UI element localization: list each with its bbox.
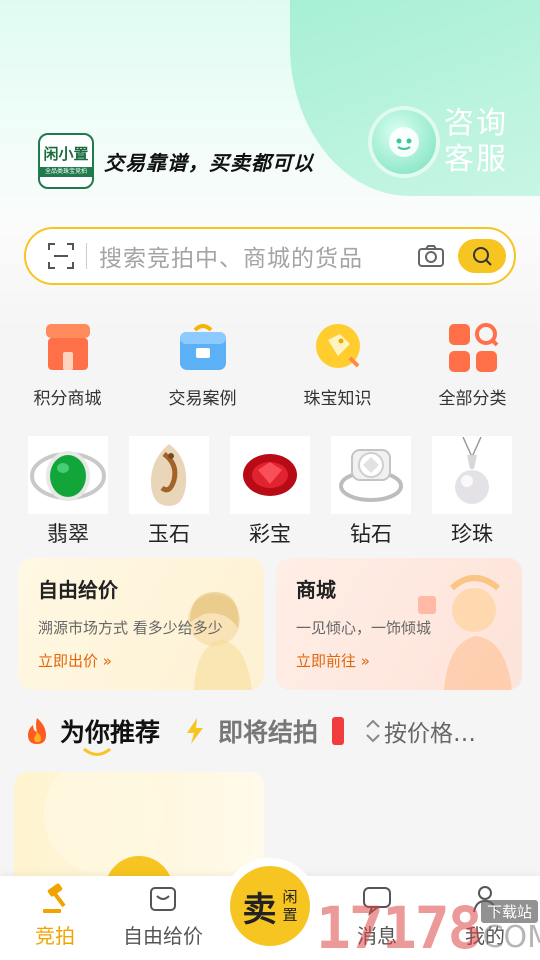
jade-stone-image — [129, 436, 209, 514]
category-pearl[interactable]: 珍珠 — [432, 436, 512, 548]
watermark-tag: 下载站 — [480, 900, 538, 923]
watermark-number: 17178 — [316, 894, 483, 960]
mall-subtitle: 一见倾心，一饰倾城 — [296, 619, 432, 637]
partial-tab-marker — [332, 717, 345, 745]
site-watermark: 17178 COM 下载站 — [316, 896, 540, 960]
pearl-pendant-image — [432, 436, 512, 514]
knowledge-tag-icon — [315, 324, 360, 368]
search-bar[interactable]: 搜索竞拍中、商城的货品 — [24, 227, 516, 285]
diamond-ring-image — [331, 436, 411, 514]
store-icon — [45, 324, 90, 370]
tab-recommend[interactable]: 为你推荐 — [24, 713, 160, 749]
tab-ending-soon-label: 即将结拍 — [218, 718, 319, 747]
slogan: 交易靠谱，买卖都可以 — [104, 150, 314, 175]
category-jade-stone[interactable]: 玉石 — [129, 436, 209, 548]
chat-bot-icon — [372, 110, 436, 174]
quick-link-all-categories[interactable]: 全部分类 — [405, 320, 540, 409]
mall-card[interactable]: 商城 一见倾心，一饰倾城 立即前往 » — [276, 558, 522, 690]
sell-sub-1: 闲 — [282, 888, 298, 906]
sell-sub-2: 置 — [282, 906, 298, 924]
free-bid-subtitle: 溯源市场方式 看多少给多少 — [38, 619, 223, 637]
service-label-2: 客服 — [444, 142, 508, 177]
sell-button-label: 卖 — [242, 889, 277, 930]
sort-arrows-icon — [366, 719, 380, 743]
search-button[interactable] — [458, 239, 506, 273]
scan-icon[interactable] — [46, 241, 76, 271]
sell-button-inner: 卖 闲 置 — [230, 866, 310, 946]
quick-link-points-mall[interactable]: 积分商城 — [0, 320, 135, 409]
feed-item-card[interactable] — [14, 772, 264, 892]
tab-recommend-label: 为你推荐 — [60, 718, 161, 747]
feed-item-image — [44, 772, 173, 892]
category-grid-icon — [448, 323, 498, 372]
active-tab-indicator — [83, 747, 111, 756]
nav-auction[interactable]: 竞拍 — [0, 882, 110, 949]
mall-title: 商城 — [296, 578, 336, 602]
category-jadeite[interactable]: 翡翠 — [28, 436, 108, 548]
nav-free-bid[interactable]: 自由给价 — [108, 882, 218, 949]
case-box-icon — [179, 324, 226, 370]
sell-button[interactable]: 卖 闲 置 — [222, 858, 318, 954]
quick-link-jewelry-knowledge[interactable]: 珠宝知识 — [270, 320, 405, 409]
nav-free-bid-label: 自由给价 — [123, 924, 203, 948]
tab-ending-soon[interactable]: 即将结拍 — [182, 713, 318, 749]
category-diamond[interactable]: 钻石 — [331, 436, 411, 548]
promo-cards: 自由给价 溯源市场方式 看多少给多少 立即出价 » 商城 一见倾心，一饰倾城 立… — [18, 558, 522, 690]
quick-link-cases[interactable]: 交易案例 — [135, 320, 270, 409]
app-logo: 闲小置 全品类珠宝竞拍 — [38, 133, 94, 189]
sort-by-price[interactable]: 按价格… — [362, 714, 476, 748]
mall-link[interactable]: 立即前往 » — [296, 650, 522, 671]
category-color-gem[interactable]: 彩宝 — [230, 436, 310, 548]
shopping-bag-icon — [150, 887, 176, 911]
gavel-icon — [43, 883, 66, 913]
category-row: 翡翠 玉石 彩宝 钻石 珍珠 — [28, 436, 512, 548]
customer-service-button[interactable]: 咨询 客服 — [372, 104, 512, 180]
sort-label: 按价格… — [384, 721, 477, 747]
free-bid-card[interactable]: 自由给价 溯源市场方式 看多少给多少 立即出价 » — [18, 558, 264, 690]
service-label-1: 咨询 — [444, 106, 508, 141]
free-bid-link[interactable]: 立即出价 » — [38, 650, 264, 671]
camera-icon[interactable] — [416, 241, 446, 271]
ruby-image — [230, 436, 310, 514]
quick-links: 积分商城 交易案例 珠宝知识 全部分类 — [0, 320, 540, 409]
watermark-suffix: COM — [482, 919, 540, 955]
search-input[interactable]: 搜索竞拍中、商城的货品 — [99, 239, 416, 273]
fire-icon — [28, 718, 46, 744]
free-bid-title: 自由给价 — [38, 578, 118, 602]
brand-row: 闲小置 全品类珠宝竞拍 交易靠谱，买卖都可以 — [38, 133, 314, 189]
nav-auction-label: 竞拍 — [35, 924, 75, 948]
search-icon — [473, 247, 492, 266]
search-divider — [86, 243, 87, 269]
jadeite-ring-image — [28, 436, 108, 514]
lightning-icon — [187, 718, 204, 744]
